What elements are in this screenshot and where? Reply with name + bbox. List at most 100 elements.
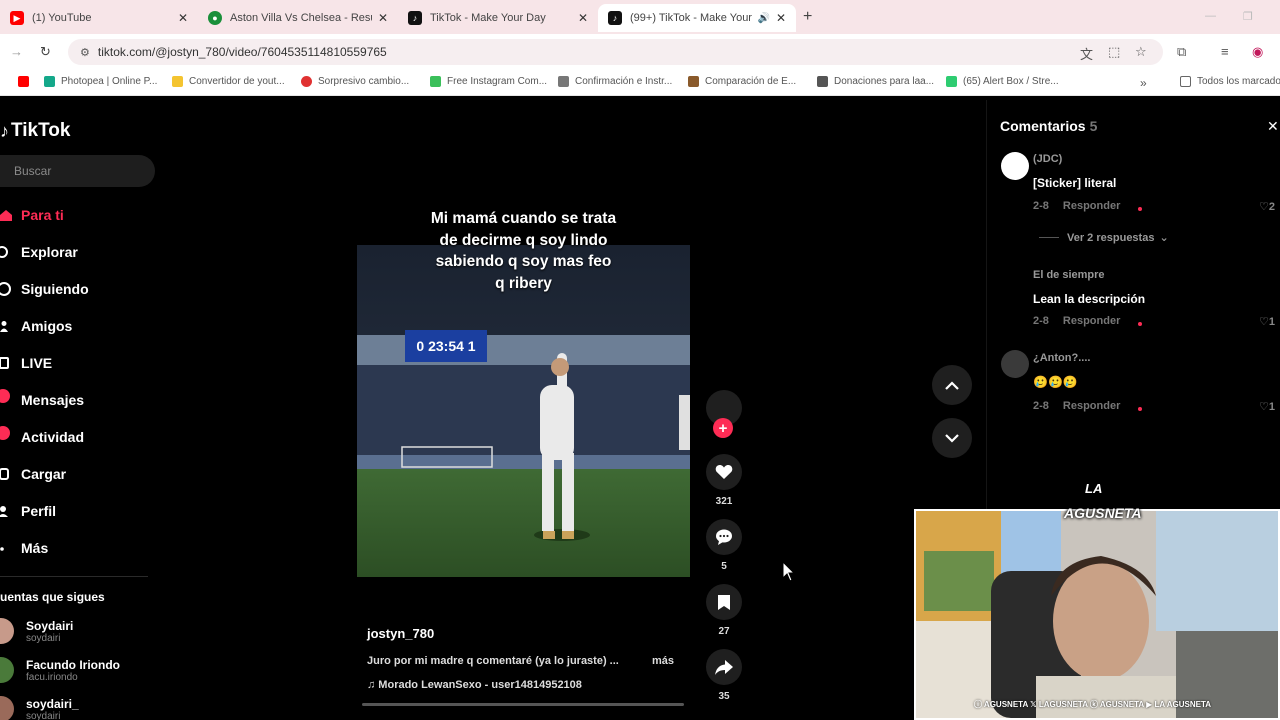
comment-user[interactable]: El de siempre	[1033, 269, 1105, 281]
save-button[interactable]: 27	[706, 584, 742, 637]
video-player[interactable]: 0 23:54 1	[357, 245, 690, 577]
youtube-icon	[18, 76, 29, 87]
profile-avatar-icon[interactable]: ◉	[1252, 44, 1263, 60]
nav-siguiendo[interactable]: Siguiendo	[0, 277, 89, 301]
nav-mensajes[interactable]: Mensajes	[0, 388, 84, 412]
comment-date: 2-8	[1033, 400, 1049, 412]
avatar[interactable]	[1001, 268, 1029, 296]
account-handle: soydairi	[26, 710, 61, 720]
speaker-icon[interactable]: 🔊	[757, 13, 769, 24]
comment-button[interactable]: 5	[706, 519, 742, 572]
search-input[interactable]	[14, 164, 144, 178]
tiktok-icon: ♪	[608, 11, 622, 25]
reload-icon[interactable]: ↻	[40, 44, 51, 60]
bookmark-label: Todos los marcado	[1197, 76, 1280, 87]
following-account[interactable]: soydairi_ soydairi	[0, 696, 79, 720]
live-icon	[0, 356, 14, 370]
bookmark-item[interactable]: Donaciones para laa...	[817, 76, 934, 87]
forward-icon[interactable]: →	[10, 44, 23, 59]
news-icon	[301, 76, 312, 87]
comment-like[interactable]: ♡2	[1259, 200, 1275, 213]
following-account[interactable]: Soydairi soydairi	[0, 618, 73, 644]
comment-text: 🥲🥲🥲	[1033, 375, 1078, 389]
comment-like-count: 2	[1268, 201, 1275, 213]
install-icon[interactable]: ⬚	[1108, 44, 1120, 60]
bookmark-item[interactable]: Confirmación e Instr...	[558, 76, 672, 87]
restore-icon[interactable]: ❐	[1243, 10, 1253, 23]
bookmark-item[interactable]: Photopea | Online P...	[44, 76, 157, 87]
nav-mas[interactable]: Más	[0, 536, 48, 560]
follow-plus-icon[interactable]: +	[713, 418, 733, 438]
video-author[interactable]: jostyn_780	[367, 626, 434, 641]
nav-live[interactable]: LIVE	[0, 351, 52, 375]
video-progress-bar[interactable]	[362, 703, 684, 706]
tab-aston-villa[interactable]: ● Aston Villa Vs Chelsea - Resulta ✕	[198, 4, 398, 32]
reply-dot-icon	[1138, 407, 1143, 411]
bookmark-item[interactable]: Sorpresivo cambio...	[301, 76, 409, 87]
video-music[interactable]: ♫ Morado LewanSexo - user14814952108	[367, 679, 582, 691]
url-field[interactable]: ⚙ tiktok.com/@jostyn_780/video/760453511…	[68, 39, 1163, 65]
nav-cargar[interactable]: Cargar	[0, 462, 66, 486]
notification-badge	[0, 426, 10, 440]
close-icon[interactable]: ✕	[1267, 118, 1279, 135]
more-bookmarks-icon[interactable]: »	[1140, 76, 1147, 90]
avatar[interactable]	[1001, 350, 1029, 378]
bookmark-item[interactable]: Comparación de E...	[688, 76, 796, 87]
bookmark-icon	[706, 584, 742, 620]
logo-text: TikTok	[11, 120, 71, 141]
bookmark-item[interactable]: (65) Alert Box / Stre...	[946, 76, 1059, 87]
comment-meta: 2-8 Responder	[1033, 400, 1143, 412]
tab-tiktok-active[interactable]: ♪ (99+) TikTok - Make Your Da 🔊 ✕	[598, 4, 796, 32]
close-icon[interactable]: ✕	[776, 11, 786, 25]
nav-explorar[interactable]: Explorar	[0, 240, 78, 264]
new-tab-button[interactable]: +	[803, 8, 812, 26]
tab-youtube[interactable]: ▶ (1) YouTube ✕	[0, 4, 198, 32]
following-account[interactable]: Facundo Iriondo facu.iriondo	[0, 657, 120, 683]
bookmark-youtube[interactable]	[18, 76, 35, 87]
like-button[interactable]: 321	[706, 454, 742, 507]
reply-button[interactable]: Responder	[1063, 315, 1120, 327]
all-bookmarks[interactable]: Todos los marcado	[1180, 76, 1280, 87]
messages-icon	[0, 389, 14, 407]
comment-user[interactable]: ¿Anton?....	[1033, 352, 1090, 364]
video-caption: Juro por mi madre q comentaré (ya lo jur…	[367, 655, 619, 667]
tiktok-logo[interactable]: ♪ TikTok	[0, 120, 70, 142]
view-replies-button[interactable]: Ver 2 respuestas ⌄	[1039, 231, 1169, 244]
reply-button[interactable]: Responder	[1063, 400, 1120, 412]
reply-dot-icon	[1138, 207, 1143, 211]
close-icon[interactable]: ✕	[178, 11, 188, 25]
reply-button[interactable]: Responder	[1063, 200, 1120, 212]
share-button[interactable]: 35	[706, 649, 742, 702]
nav-para-ti[interactable]: Para ti	[0, 203, 64, 227]
media-control-icon[interactable]: ≡	[1221, 44, 1229, 59]
bookmark-item[interactable]: Convertidor de yout...	[172, 76, 285, 87]
tab-tiktok[interactable]: ♪ TikTok - Make Your Day ✕	[398, 4, 598, 32]
comment-meta: 2-8 Responder	[1033, 315, 1143, 327]
like-count: 321	[715, 496, 733, 507]
comment-like[interactable]: ♡1	[1259, 315, 1275, 328]
translate-icon[interactable]: 文	[1080, 44, 1093, 63]
folder-icon	[1180, 76, 1191, 87]
nav-actividad[interactable]: Actividad	[0, 425, 84, 449]
bookmark-item[interactable]: Free Instagram Com...	[430, 76, 547, 87]
bookmark-label: Confirmación e Instr...	[575, 76, 673, 87]
nav-label: LIVE	[21, 355, 53, 371]
notification-badge	[0, 389, 10, 403]
comment-like[interactable]: ♡1	[1259, 400, 1275, 413]
close-icon[interactable]: ✕	[378, 11, 388, 25]
next-video-button[interactable]	[932, 418, 972, 458]
extensions-icon[interactable]: ⧉	[1177, 44, 1186, 60]
previous-video-button[interactable]	[932, 365, 972, 405]
bookmark-label: Photopea | Online P...	[61, 76, 158, 87]
minimize-icon[interactable]: —	[1205, 10, 1216, 22]
site-settings-icon[interactable]: ⚙	[80, 46, 90, 59]
caption-more-link[interactable]: más	[652, 655, 674, 667]
search-box[interactable]	[0, 155, 155, 187]
compare-icon	[688, 76, 699, 87]
avatar[interactable]	[1001, 152, 1029, 180]
comment-user[interactable]: (JDC)	[1033, 153, 1062, 165]
nav-perfil[interactable]: Perfil	[0, 499, 56, 523]
bookmark-star-icon[interactable]: ☆	[1135, 44, 1147, 60]
close-icon[interactable]: ✕	[578, 11, 588, 25]
nav-amigos[interactable]: Amigos	[0, 314, 72, 338]
